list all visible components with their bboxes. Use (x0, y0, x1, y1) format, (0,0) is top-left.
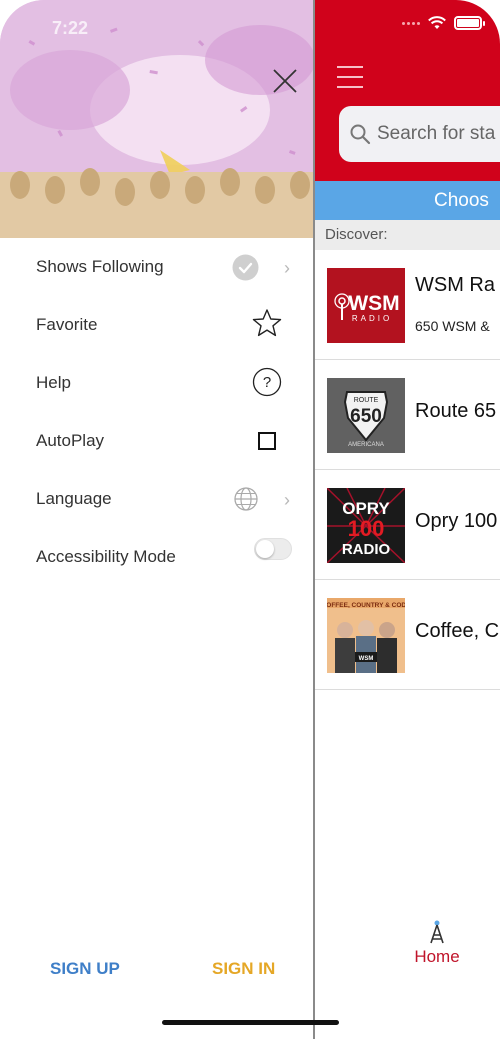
toggle-knob (256, 540, 274, 558)
station-subtitle: 650 WSM & (415, 318, 490, 334)
drawer-menu: Shows Following › Favorite Help ? AutoPl… (0, 238, 313, 586)
sign-in-button[interactable]: SIGN IN (212, 959, 275, 979)
radio-tower-icon (430, 920, 444, 944)
signal-dots-icon (402, 21, 420, 25)
auth-buttons: SIGN UP SIGN IN (0, 946, 313, 990)
menu-item-label: Language (36, 489, 112, 508)
coffee-country-cody-logo: COFFEE, COUNTRY & CODY WSM (327, 598, 405, 673)
globe-icon (234, 487, 258, 511)
status-time: 7:22 (52, 18, 89, 38)
checkbox-icon[interactable] (258, 432, 276, 450)
opry-100-radio-logo: OPRY 100 RADIO (327, 488, 405, 563)
sign-up-button[interactable]: SIGN UP (50, 959, 120, 979)
station-name: WSM Ra (415, 274, 495, 296)
menu-item-label: Shows Following (36, 257, 164, 276)
tab-home[interactable]: Home (405, 919, 469, 967)
check-circle-icon (232, 254, 259, 281)
chevron-right-icon: › (284, 258, 290, 278)
svg-text:650: 650 (350, 406, 382, 427)
svg-text:100: 100 (348, 516, 385, 541)
station-list: WSM RADIO WSM Ra 650 WSM & ROUTE 650 AME… (315, 250, 500, 690)
svg-text:RADIO: RADIO (352, 314, 392, 323)
hamburger-menu-icon[interactable] (337, 66, 363, 88)
menu-item-label: Accessibility Mode (36, 547, 176, 566)
question-circle-icon: ? (252, 367, 282, 397)
station-row[interactable]: ROUTE 650 AMERICANA Route 65 (315, 360, 500, 470)
station-name: Opry 100 (415, 510, 498, 532)
svg-text:?: ? (263, 374, 271, 391)
star-icon (252, 309, 282, 337)
svg-text:WSM: WSM (348, 292, 399, 315)
menu-item-help[interactable]: Help ? (0, 354, 313, 412)
station-row[interactable]: OPRY 100 RADIO Opry 100 (315, 470, 500, 580)
accessibility-toggle[interactable] (254, 538, 292, 560)
search-input[interactable]: Search for sta (377, 123, 495, 145)
wsm-radio-logo: WSM RADIO (327, 268, 405, 343)
route-650-logo: ROUTE 650 AMERICANA (327, 378, 405, 453)
side-drawer: 7:22 Shows Following › Favorite Help ? A… (0, 0, 313, 1039)
menu-item-shows-following[interactable]: Shows Following › (0, 238, 313, 296)
close-icon[interactable] (270, 66, 300, 96)
menu-item-language[interactable]: Language › (0, 470, 313, 528)
tab-home-label: Home (414, 947, 460, 966)
search-icon (350, 124, 371, 145)
chevron-right-icon: › (284, 490, 290, 510)
menu-item-autoplay[interactable]: AutoPlay (0, 412, 313, 470)
svg-text:WSM: WSM (359, 656, 374, 662)
station-name: Coffee, C (415, 620, 500, 642)
phone-screen: Search for sta Choos Discover: WSM RADIO (0, 0, 500, 1039)
menu-item-label: Help (36, 373, 71, 392)
main-panel[interactable]: Search for sta Choos Discover: WSM RADIO (313, 0, 500, 1039)
tab-bar: Home (315, 911, 500, 1001)
search-bar[interactable]: Search for sta (339, 106, 500, 162)
svg-text:AMERICANA: AMERICANA (348, 442, 384, 448)
station-row[interactable]: WSM RADIO WSM Ra 650 WSM & (315, 250, 500, 360)
menu-item-favorite[interactable]: Favorite (0, 296, 313, 354)
choose-button[interactable]: Choos (315, 181, 500, 220)
app-header: Search for sta (315, 0, 500, 181)
status-icons (402, 16, 485, 30)
menu-item-label: Favorite (36, 315, 98, 334)
battery-icon (454, 16, 485, 30)
svg-text:COFFEE, COUNTRY & CODY: COFFEE, COUNTRY & CODY (327, 602, 405, 609)
station-row[interactable]: COFFEE, COUNTRY & CODY WSM Coffee, C (315, 580, 500, 690)
home-indicator[interactable] (162, 1020, 339, 1025)
drawer-hero-image: 7:22 (0, 0, 313, 238)
wifi-icon (428, 16, 446, 29)
menu-item-label: AutoPlay (36, 431, 105, 450)
menu-item-accessibility-mode[interactable]: Accessibility Mode (0, 528, 313, 586)
confetti-crowd-image (0, 0, 313, 238)
svg-text:ROUTE: ROUTE (354, 397, 379, 404)
station-name: Route 65 (415, 400, 497, 422)
discover-section-header: Discover: (315, 220, 500, 250)
svg-text:RADIO: RADIO (342, 541, 391, 558)
